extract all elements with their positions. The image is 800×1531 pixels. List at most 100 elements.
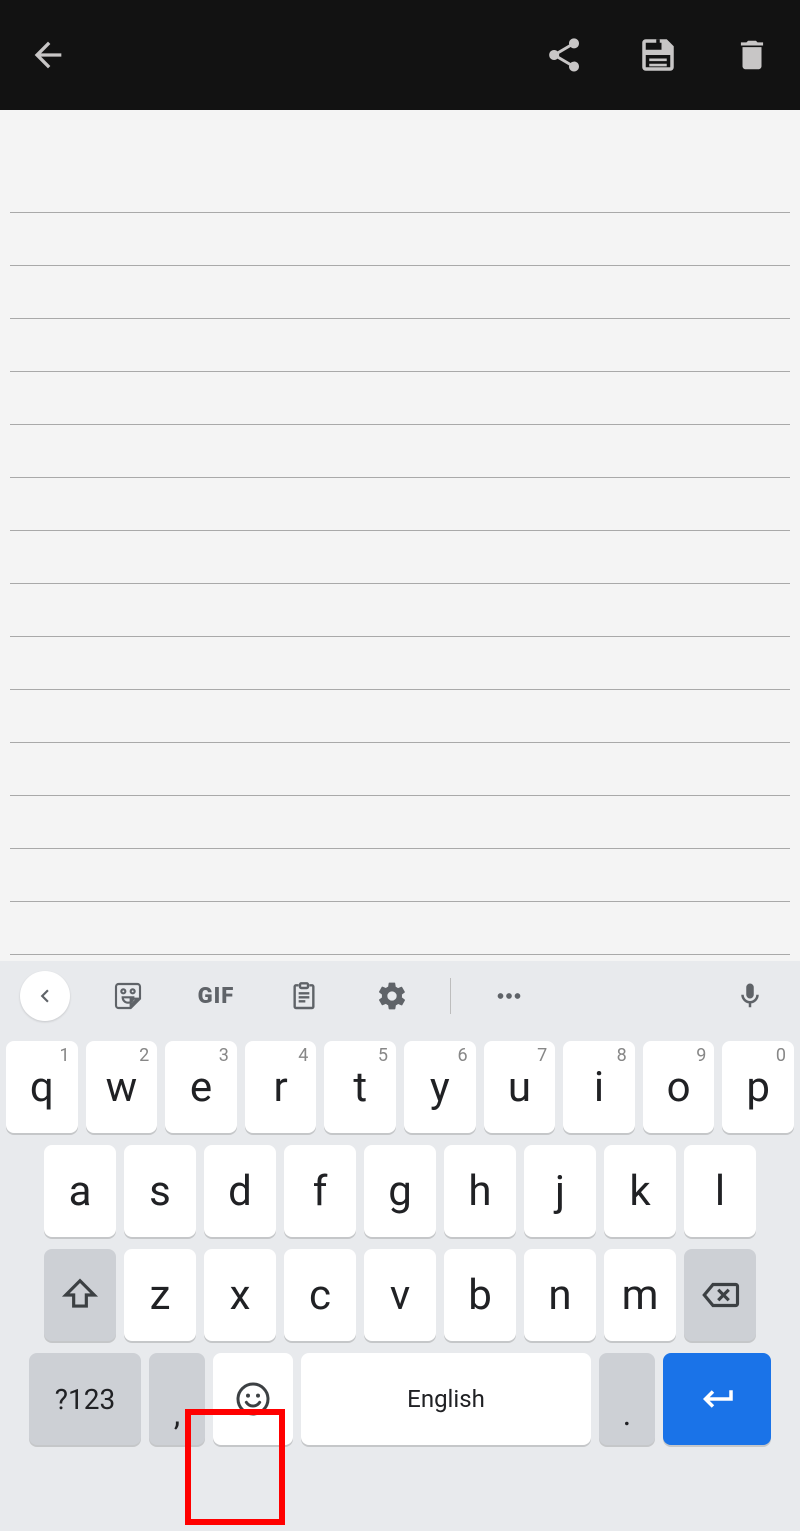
key-label: o <box>667 1063 691 1112</box>
key-hint: 5 <box>378 1045 388 1066</box>
note-line <box>10 531 790 584</box>
key-label: t <box>353 1063 367 1112</box>
more-horiz-icon <box>492 979 526 1013</box>
key-label: e <box>190 1063 212 1112</box>
key-a[interactable]: a <box>44 1145 116 1237</box>
note-line <box>10 690 790 743</box>
key-hint: 4 <box>298 1045 308 1066</box>
back-button[interactable] <box>24 31 72 79</box>
note-line <box>10 372 790 425</box>
settings-button[interactable] <box>362 980 422 1012</box>
note-line <box>10 743 790 796</box>
key-h[interactable]: h <box>444 1145 516 1237</box>
key-label: y <box>430 1063 450 1112</box>
key-p[interactable]: p0 <box>722 1041 794 1133</box>
period-key[interactable]: . <box>599 1353 655 1445</box>
backspace-icon <box>699 1274 741 1316</box>
shift-key[interactable] <box>44 1249 116 1341</box>
note-line <box>10 796 790 849</box>
key-t[interactable]: t5 <box>324 1041 396 1133</box>
space-key[interactable]: English <box>301 1353 591 1445</box>
key-v[interactable]: v <box>364 1249 436 1341</box>
key-o[interactable]: o9 <box>643 1041 715 1133</box>
key-u[interactable]: u7 <box>484 1041 556 1133</box>
key-x[interactable]: x <box>204 1249 276 1341</box>
app-bar <box>0 0 800 110</box>
key-label: m <box>622 1271 659 1320</box>
keyboard-toolbar: GIF <box>0 961 800 1031</box>
comma-label: , <box>174 1395 180 1433</box>
key-label: c <box>309 1271 331 1320</box>
key-label: x <box>230 1271 251 1320</box>
back-arrow-icon <box>28 35 68 75</box>
key-f[interactable]: f <box>284 1145 356 1237</box>
key-l[interactable]: l <box>684 1145 756 1237</box>
key-label: l <box>715 1167 725 1216</box>
key-w[interactable]: w2 <box>86 1041 158 1133</box>
note-line <box>10 637 790 690</box>
share-button[interactable] <box>540 31 588 79</box>
key-label: a <box>69 1167 92 1216</box>
key-k[interactable]: k <box>604 1145 676 1237</box>
collapse-toolbar-button[interactable] <box>20 971 70 1021</box>
voice-input-button[interactable] <box>720 981 780 1011</box>
key-s[interactable]: s <box>124 1145 196 1237</box>
note-line <box>10 902 790 955</box>
note-line <box>10 425 790 478</box>
more-options-button[interactable] <box>479 979 539 1013</box>
key-label: b <box>468 1271 492 1320</box>
key-d[interactable]: d <box>204 1145 276 1237</box>
key-r[interactable]: r4 <box>245 1041 317 1133</box>
key-hint: 9 <box>696 1045 706 1066</box>
key-label: h <box>468 1167 491 1216</box>
key-label: s <box>149 1167 171 1216</box>
gif-button[interactable]: GIF <box>186 984 246 1009</box>
key-label: j <box>555 1167 565 1216</box>
key-e[interactable]: e3 <box>165 1041 237 1133</box>
key-label: k <box>629 1167 650 1216</box>
key-hint: 3 <box>219 1045 229 1066</box>
delete-button[interactable] <box>728 31 776 79</box>
note-text-area[interactable] <box>0 110 800 961</box>
key-hint: 6 <box>457 1045 467 1066</box>
emoji-icon <box>233 1379 273 1419</box>
key-j[interactable]: j <box>524 1145 596 1237</box>
note-line <box>10 478 790 531</box>
toolbar-separator <box>450 978 451 1014</box>
key-n[interactable]: n <box>524 1249 596 1341</box>
key-label: z <box>150 1271 171 1320</box>
comma-key[interactable]: , <box>149 1353 205 1445</box>
key-b[interactable]: b <box>444 1249 516 1341</box>
key-c[interactable]: c <box>284 1249 356 1341</box>
clipboard-icon <box>288 980 320 1012</box>
clipboard-button[interactable] <box>274 980 334 1012</box>
emoji-key[interactable] <box>213 1353 293 1445</box>
key-q[interactable]: q1 <box>6 1041 78 1133</box>
key-z[interactable]: z <box>124 1249 196 1341</box>
enter-key[interactable] <box>663 1353 771 1445</box>
key-label: i <box>594 1063 604 1112</box>
key-label: f <box>313 1167 328 1216</box>
trash-icon <box>733 36 771 74</box>
key-hint: 1 <box>60 1045 70 1066</box>
symbols-key[interactable]: ?123 <box>29 1353 141 1445</box>
period-label: . <box>623 1395 631 1433</box>
key-g[interactable]: g <box>364 1145 436 1237</box>
save-button[interactable] <box>634 31 682 79</box>
key-label: u <box>508 1063 531 1112</box>
chevron-left-icon <box>32 983 58 1009</box>
save-icon <box>637 34 679 76</box>
key-hint: 7 <box>537 1045 547 1066</box>
key-m[interactable]: m <box>604 1249 676 1341</box>
note-line <box>10 213 790 266</box>
backspace-key[interactable] <box>684 1249 756 1341</box>
note-line <box>10 849 790 902</box>
key-label: q <box>30 1063 54 1112</box>
shift-icon <box>61 1276 99 1314</box>
key-y[interactable]: y6 <box>404 1041 476 1133</box>
key-i[interactable]: i8 <box>563 1041 635 1133</box>
key-hint: 8 <box>617 1045 627 1066</box>
key-label: g <box>388 1167 412 1216</box>
sticker-button[interactable] <box>98 980 158 1012</box>
on-screen-keyboard: GIF q1w2e3r4t5y6u7i8o9p0 asdfghjkl <box>0 961 800 1531</box>
